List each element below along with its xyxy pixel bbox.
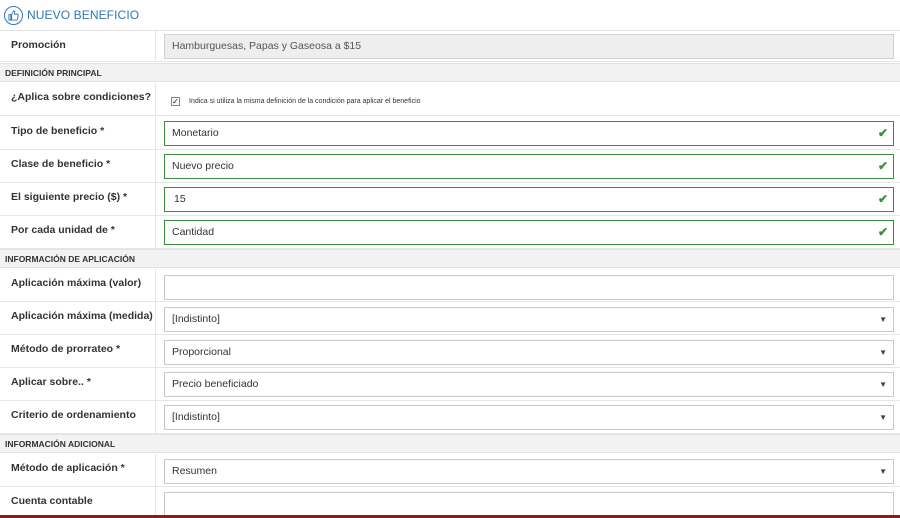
aplica-help-text: Indica si utiliza la misma definición de… bbox=[189, 98, 421, 105]
section-title: INFORMACIÓN DE APLICACIÓN bbox=[5, 254, 136, 264]
metodo-label: Método de aplicación * bbox=[11, 462, 125, 474]
tipo-label: Tipo de beneficio * bbox=[11, 125, 105, 137]
metodo-select[interactable]: Resumen ▼ bbox=[164, 459, 894, 484]
aplicar-label: Aplicar sobre.. * bbox=[11, 376, 91, 388]
max-medida-select[interactable]: [Indistinto] ▼ bbox=[164, 307, 894, 332]
caret-down-icon: ▼ bbox=[879, 467, 887, 476]
max-valor-label: Aplicación máxima (valor) bbox=[11, 277, 142, 289]
aplicar-row: Aplicar sobre.. * Precio beneficiado ▼ bbox=[0, 368, 900, 401]
unidad-value: Cantidad bbox=[172, 226, 215, 238]
form-header: NUEVO BENEFICIO bbox=[0, 0, 900, 31]
caret-down-icon: ▼ bbox=[879, 380, 887, 389]
clase-label: Clase de beneficio * bbox=[11, 158, 111, 170]
max-medida-row: Aplicación máxima (medida) [Indistinto] … bbox=[0, 302, 900, 335]
tipo-select[interactable]: Monetario ✔ bbox=[164, 121, 894, 146]
clase-value: Nuevo precio bbox=[172, 160, 234, 172]
precio-label: El siguiente precio ($) * bbox=[11, 191, 128, 203]
promotion-field: Hamburguesas, Papas y Gaseosa a $15 bbox=[164, 34, 894, 59]
prorrateo-select[interactable]: Proporcional ▼ bbox=[164, 340, 894, 365]
tipo-value: Monetario bbox=[172, 127, 219, 139]
metodo-value: Resumen bbox=[172, 465, 217, 477]
clase-row: Clase de beneficio * Nuevo precio ✔ bbox=[0, 150, 900, 183]
criterio-label: Criterio de ordenamiento bbox=[11, 409, 136, 421]
unidad-row: Por cada unidad de * Cantidad ✔ bbox=[0, 216, 900, 249]
unidad-label: Por cada unidad de * bbox=[11, 224, 115, 236]
prorrateo-row: Método de prorrateo * Proporcional ▼ bbox=[0, 335, 900, 368]
max-medida-label: Aplicación máxima (medida) bbox=[11, 310, 153, 322]
max-valor-input[interactable] bbox=[164, 275, 894, 300]
clase-select[interactable]: Nuevo precio ✔ bbox=[164, 154, 894, 179]
section-informacion-aplicacion: INFORMACIÓN DE APLICACIÓN bbox=[0, 249, 900, 268]
caret-down-icon: ▼ bbox=[879, 348, 887, 357]
prorrateo-label: Método de prorrateo * bbox=[11, 343, 121, 355]
section-title: DEFINICIÓN PRINCIPAL bbox=[5, 68, 102, 78]
aplica-checkbox[interactable]: ✓ bbox=[171, 97, 180, 106]
precio-value: 15 bbox=[174, 193, 186, 205]
caret-down-icon: ▼ bbox=[879, 413, 887, 422]
max-valor-row: Aplicación máxima (valor) bbox=[0, 269, 900, 302]
metodo-row: Método de aplicación * Resumen ▼ bbox=[0, 454, 900, 487]
section-title: INFORMACIÓN ADICIONAL bbox=[5, 439, 116, 449]
aplica-row: ¿Aplica sobre condiciones? ✓ Indica si u… bbox=[0, 83, 900, 116]
criterio-select[interactable]: [Indistinto] ▼ bbox=[164, 405, 894, 430]
aplicar-select[interactable]: Precio beneficiado ▼ bbox=[164, 372, 894, 397]
caret-down-icon: ▼ bbox=[879, 315, 887, 324]
section-informacion-adicional: INFORMACIÓN ADICIONAL bbox=[0, 434, 900, 453]
promotion-label: Promoción bbox=[11, 39, 66, 51]
aplicar-value: Precio beneficiado bbox=[172, 378, 259, 390]
precio-input[interactable]: 15 ✔ bbox=[164, 187, 894, 212]
prorrateo-value: Proporcional bbox=[172, 346, 231, 358]
section-definicion-principal: DEFINICIÓN PRINCIPAL bbox=[0, 63, 900, 82]
max-medida-value: [Indistinto] bbox=[172, 313, 220, 325]
valid-check-icon: ✔ bbox=[877, 192, 888, 206]
cuenta-label: Cuenta contable bbox=[11, 495, 93, 507]
promotion-row: Promoción Hamburguesas, Papas y Gaseosa … bbox=[0, 31, 900, 62]
cuenta-input[interactable] bbox=[164, 492, 894, 517]
page-title: NUEVO BENEFICIO bbox=[27, 8, 140, 22]
unidad-select[interactable]: Cantidad ✔ bbox=[164, 220, 894, 245]
criterio-value: [Indistinto] bbox=[172, 411, 220, 423]
cuenta-row: Cuenta contable bbox=[0, 487, 900, 517]
valid-check-icon: ✔ bbox=[877, 159, 888, 173]
precio-row: El siguiente precio ($) * 15 ✔ bbox=[0, 183, 900, 216]
thumbs-up-icon bbox=[4, 5, 23, 25]
criterio-row: Criterio de ordenamiento [Indistinto] ▼ bbox=[0, 401, 900, 434]
aplica-label: ¿Aplica sobre condiciones? bbox=[11, 91, 152, 103]
valid-check-icon: ✔ bbox=[877, 126, 888, 140]
tipo-row: Tipo de beneficio * Monetario ✔ bbox=[0, 117, 900, 150]
valid-check-icon: ✔ bbox=[877, 225, 888, 239]
